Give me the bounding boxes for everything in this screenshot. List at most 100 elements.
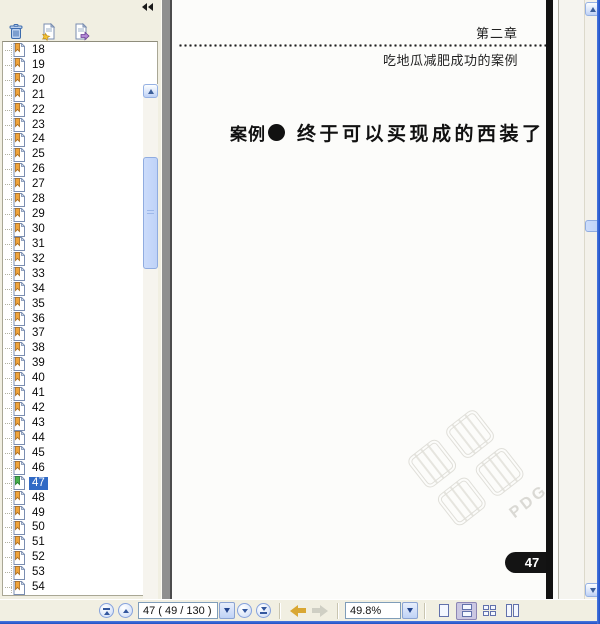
go-forward-button[interactable]	[312, 604, 328, 617]
page-bookmark-icon	[13, 297, 25, 312]
page-bookmark-icon	[13, 565, 25, 580]
page-list-item[interactable]: 40	[3, 371, 141, 386]
zoom-dropdown-button[interactable]	[402, 602, 418, 619]
page-bookmark-icon	[13, 177, 25, 192]
chapter-subtitle: 吃地瓜减肥成功的案例	[382, 54, 518, 69]
panel-splitter[interactable]	[161, 0, 172, 599]
page-list-item[interactable]: 49	[3, 506, 141, 521]
case-label: 案例	[230, 125, 266, 145]
sidebar-scrollbar[interactable]	[143, 84, 158, 624]
page-list-item[interactable]: 36	[3, 312, 141, 327]
page-number-label: 50	[32, 521, 45, 534]
page-list-item[interactable]: 18	[3, 43, 141, 58]
tree-connector	[5, 139, 12, 141]
page-list-item[interactable]: 28	[3, 192, 141, 207]
layout-two-up-button[interactable]	[502, 602, 523, 620]
page-number-label: 21	[32, 88, 45, 101]
page-list-item[interactable]: 53	[3, 565, 141, 580]
page-number-label: 22	[32, 103, 45, 116]
page-number-label: 27	[32, 178, 45, 191]
page-list-item[interactable]: 51	[3, 535, 141, 550]
page-list-item[interactable]: 35	[3, 297, 141, 312]
tree-connector	[5, 467, 12, 469]
page-list-item[interactable]: 38	[3, 341, 141, 356]
page-list-item[interactable]: 27	[3, 177, 141, 192]
page-list-item[interactable]: 45	[3, 446, 141, 461]
page-list-item[interactable]: 31	[3, 237, 141, 252]
tree-connector	[5, 94, 12, 96]
delete-page-button[interactable]	[6, 22, 25, 41]
go-back-button[interactable]	[290, 604, 306, 617]
page-number-label: 54	[32, 581, 45, 594]
page-list-item[interactable]: 20	[3, 73, 141, 88]
page-bookmark-icon	[13, 252, 25, 267]
page-list-item[interactable]: 50	[3, 520, 141, 536]
tree-connector	[5, 109, 12, 111]
sidebar-scroll-thumb[interactable]	[143, 157, 158, 269]
tree-connector	[5, 423, 12, 424]
page-number-label: 28	[32, 193, 45, 206]
page-list-item[interactable]: 25	[3, 147, 141, 162]
page-number-label: 45	[32, 446, 45, 459]
page-bookmark-icon	[13, 356, 25, 371]
layout-single-page-button[interactable]	[433, 602, 454, 620]
page-list-item[interactable]: 47	[3, 476, 141, 491]
page-list-item[interactable]: 21	[3, 88, 141, 103]
tree-connector	[5, 482, 12, 484]
dotted-rule	[178, 44, 546, 47]
page-list-item[interactable]: 22	[3, 103, 141, 118]
scroll-up-icon[interactable]	[143, 84, 158, 98]
page-dropdown-button[interactable]	[219, 602, 235, 619]
previous-page-button[interactable]	[118, 603, 133, 618]
seal-glyph	[405, 436, 459, 491]
page-list-item[interactable]: 30	[3, 222, 141, 237]
page-list-item[interactable]: 34	[3, 282, 141, 297]
layout-facing-button[interactable]	[479, 602, 500, 620]
page-bookmark-icon	[13, 207, 25, 222]
first-page-button[interactable]	[99, 603, 114, 618]
page-list-item[interactable]: 43	[3, 416, 141, 431]
tree-connector	[5, 258, 12, 260]
page-list-item[interactable]: 23	[3, 118, 141, 133]
page-list-panel: 18 19 20 21 22 23 24 25 26 27 28 29 30 3…	[2, 41, 158, 624]
page-list-item[interactable]: 44	[3, 431, 141, 446]
page-list-item[interactable]: 54	[3, 580, 141, 595]
tree-connector	[5, 64, 12, 66]
last-page-button[interactable]	[256, 603, 271, 618]
tree-connector	[5, 333, 12, 335]
page-list-item[interactable]: 33	[3, 267, 141, 282]
page-list-item[interactable]: 41	[3, 386, 141, 401]
tree-connector	[5, 229, 12, 231]
export-page-button[interactable]	[72, 22, 91, 41]
page-list-item[interactable]: 42	[3, 401, 141, 416]
page-number-label: 38	[32, 342, 45, 355]
page-number-label: 46	[32, 461, 45, 474]
page-bookmark-icon	[13, 461, 25, 476]
page-list-item[interactable]: 32	[3, 252, 141, 267]
page-list-item[interactable]: 37	[3, 326, 141, 342]
back-arrow-icon	[290, 604, 298, 617]
zoom-level-field[interactable]: 49.8%	[345, 602, 401, 619]
page-number-field[interactable]: 47 ( 49 / 130 )	[138, 602, 218, 619]
layout-continuous-button[interactable]	[456, 601, 477, 620]
page-number-label: 49	[32, 506, 45, 519]
tree-connector	[5, 587, 12, 589]
page-number-label: 26	[32, 163, 45, 176]
page-list-item[interactable]: 48	[3, 491, 141, 506]
collapse-panel-icon[interactable]	[142, 3, 156, 12]
add-page-button[interactable]	[39, 22, 58, 41]
page-bookmark-icon	[13, 282, 25, 297]
page-edge-shadow	[546, 0, 553, 599]
sidebar-toolbar	[6, 22, 91, 41]
page-list-item[interactable]: 52	[3, 550, 141, 565]
page-list-item[interactable]: 46	[3, 461, 141, 476]
page-list-item[interactable]: 24	[3, 132, 141, 148]
next-page-button[interactable]	[237, 603, 252, 618]
page-list-item[interactable]: 29	[3, 207, 141, 222]
page-list-item[interactable]: 39	[3, 356, 141, 371]
separator	[279, 602, 281, 619]
tree-connector	[5, 572, 12, 574]
page-list-item[interactable]: 19	[3, 58, 141, 73]
seal-glyph	[443, 407, 497, 461]
page-list-item[interactable]: 26	[3, 162, 141, 177]
